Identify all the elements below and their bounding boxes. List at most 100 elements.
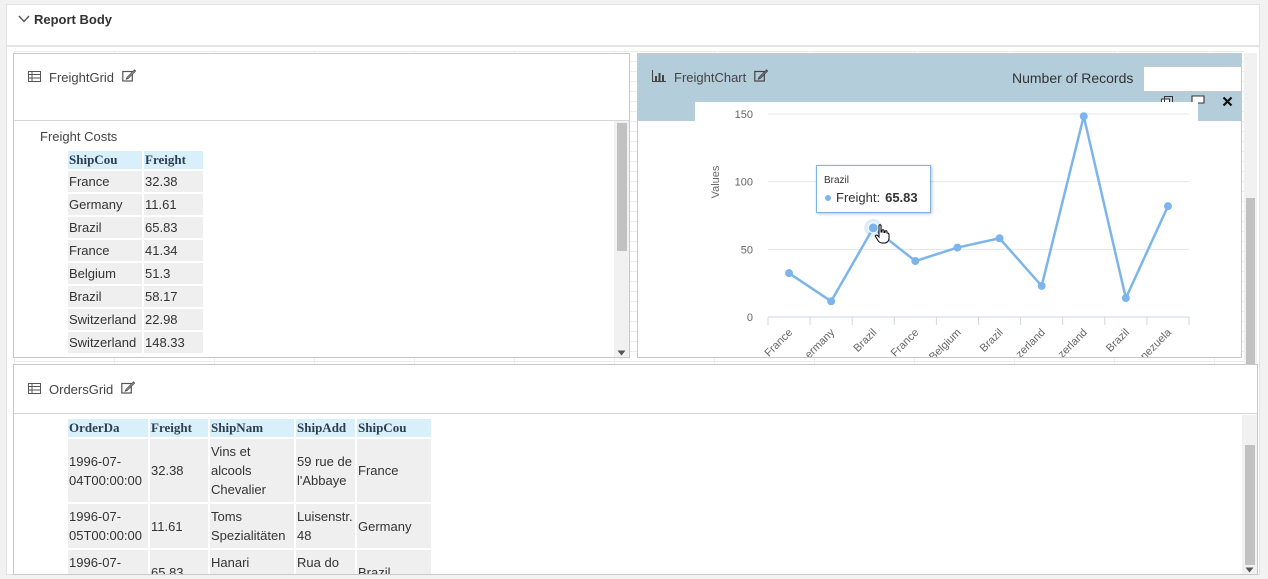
cell-line: 08T00:00:00	[69, 572, 147, 574]
cell-line: Germany	[358, 518, 412, 534]
x-tick-label: zerland	[1056, 327, 1090, 358]
cell-line: Luisenstr.	[297, 509, 353, 524]
cell-line: Paço, 67	[297, 572, 354, 574]
table-cell: 1996-07- 05T00:00:00	[68, 504, 148, 548]
table-cell: 11.61	[144, 194, 203, 215]
orders-grid-scrollbar[interactable]	[1242, 415, 1257, 574]
y-axis-label: Values	[710, 165, 722, 198]
cell-line: 32.38	[151, 463, 184, 478]
table-row[interactable]: Brazil 58.17	[68, 286, 203, 307]
table-row[interactable]: Switzerland 148.33	[68, 332, 203, 353]
cell-line: 1996-07-	[69, 453, 122, 469]
table-cell: 32.38	[144, 171, 203, 192]
edit-icon[interactable]	[754, 69, 769, 85]
orders-grid-title: OrdersGrid	[49, 381, 114, 397]
data-point[interactable]	[995, 234, 1004, 243]
x-tick-label: nezuela	[1138, 326, 1174, 358]
data-point[interactable]	[827, 297, 836, 306]
table-row[interactable]: Switzerland 22.98	[68, 309, 203, 330]
edit-icon[interactable]	[121, 381, 136, 397]
x-tick-label: zerland	[1014, 327, 1048, 358]
table-row[interactable]: Belgium 51.3	[68, 263, 203, 284]
table-cell: 22.98	[144, 309, 203, 330]
table-cell: Belgium	[68, 263, 142, 284]
freight-grid-panel[interactable]: FreightGrid Freight Costs ShipCou Freigh…	[13, 53, 630, 358]
freight-chart-panel[interactable]: FreightChart Number of Records 0 50 100 150…	[637, 53, 1242, 358]
scroll-down-icon[interactable]	[617, 344, 626, 357]
column-header[interactable]: ShipCou	[68, 151, 142, 169]
scroll-down-icon[interactable]	[1245, 561, 1254, 574]
cell-line: 1996-07-	[69, 555, 122, 570]
table-cell: Toms Spezialitäten	[210, 504, 294, 548]
orders-table: OrderDa Freight ShipNam ShipAdd ShipCou …	[66, 417, 433, 575]
x-tick-label: France	[762, 327, 795, 358]
grid-icon	[28, 70, 41, 85]
report-body-title: Report Body	[34, 12, 112, 27]
cell-line: France	[358, 463, 399, 478]
data-point[interactable]	[953, 243, 962, 252]
table-cell: 65.83	[144, 217, 203, 238]
table-row[interactable]: 1996-07- 05T00:00:00 11.61 Toms Spezialitäte…	[68, 504, 431, 548]
x-tick-label: ermany	[803, 326, 838, 358]
close-icon[interactable]	[1222, 95, 1233, 110]
cell-line: Toms	[211, 509, 243, 524]
table-cell: France	[68, 171, 142, 192]
table-cell: Hanari Carnes	[210, 550, 294, 574]
table-row[interactable]: Germany 11.61	[68, 194, 203, 215]
table-cell: Brazil	[357, 550, 431, 574]
data-point[interactable]	[911, 257, 920, 266]
tooltip-series-row: Freight: 65.83	[825, 190, 918, 205]
tooltip-series: Freight	[836, 190, 877, 205]
data-point[interactable]	[1079, 112, 1088, 121]
tooltip-colon: :	[876, 190, 881, 205]
table-row[interactable]: 1996-07- 08T00:00:00 65.83 HanariCarnesRua …	[68, 550, 431, 575]
table-row[interactable]: France 41.34	[68, 240, 203, 261]
column-header[interactable]: ShipAdd	[296, 419, 355, 437]
cell-line: Rua do	[297, 555, 339, 570]
hand-cursor-icon	[874, 224, 890, 247]
freight-grid-scrollbar[interactable]	[614, 121, 629, 357]
table-cell: 41.34	[144, 240, 203, 261]
table-cell: Luisenstr. 48	[296, 504, 355, 548]
data-point[interactable]	[1037, 281, 1046, 290]
freight-line-chart: 050100150 France ermany Brazil France Belgiu…	[710, 109, 1190, 358]
y-tick-label: 100	[735, 177, 753, 189]
data-point[interactable]	[1121, 294, 1130, 303]
table-cell: Brazil	[68, 217, 142, 238]
cell-line: 1996-07-	[69, 509, 122, 524]
report-body-toggle[interactable]: Report Body	[18, 12, 112, 27]
orders-grid-divider	[14, 413, 1257, 414]
table-cell: 51.3	[144, 263, 203, 284]
freight-grid-divider	[14, 120, 629, 121]
x-tick-label: France	[889, 327, 922, 358]
canvas-scrollbar[interactable]	[1244, 53, 1257, 413]
table-cell: Brazil	[68, 286, 142, 307]
chart-area: 0 50 100 150 France ermany Brazil France Belgiu…	[695, 102, 1198, 358]
table-cell: Germany	[357, 504, 431, 548]
orders-grid-panel[interactable]: OrdersGrid OrderDa Freight ShipNam ShipA…	[13, 364, 1258, 575]
column-header[interactable]: ShipCou	[357, 419, 431, 437]
column-header[interactable]: OrderDa	[68, 419, 148, 437]
data-point[interactable]	[1163, 202, 1172, 211]
scrollbar-thumb[interactable]	[1245, 445, 1255, 565]
table-row[interactable]: 1996-07- 04T00:00:00 32.38 Vins et alcools Ch…	[68, 439, 431, 502]
x-tick-label: Brazil	[1104, 327, 1132, 355]
table-cell: Vins et alcools Chevalier	[210, 439, 294, 502]
table-cell: Germany	[68, 194, 142, 215]
scrollbar-thumb[interactable]	[617, 123, 627, 251]
table-cell: 1996-07- 08T00:00:00	[68, 550, 148, 574]
cell-line: 65.83	[151, 564, 184, 575]
column-header[interactable]: Freight	[144, 151, 203, 169]
data-point[interactable]	[785, 269, 794, 278]
tooltip-category: Brazil	[824, 175, 850, 186]
table-row[interactable]: Brazil 65.83	[68, 217, 203, 238]
table-row[interactable]: France 32.38	[68, 171, 203, 192]
edit-icon[interactable]	[122, 69, 137, 85]
y-tick-label: 50	[741, 244, 753, 256]
y-tick-label: 0	[747, 312, 753, 324]
cell-line: Vins et	[211, 444, 251, 459]
cell-line: 05T00:00:00	[69, 528, 143, 543]
column-header[interactable]: ShipNam	[210, 419, 294, 437]
column-header[interactable]: Freight	[150, 419, 208, 437]
records-input[interactable]	[1143, 66, 1241, 92]
